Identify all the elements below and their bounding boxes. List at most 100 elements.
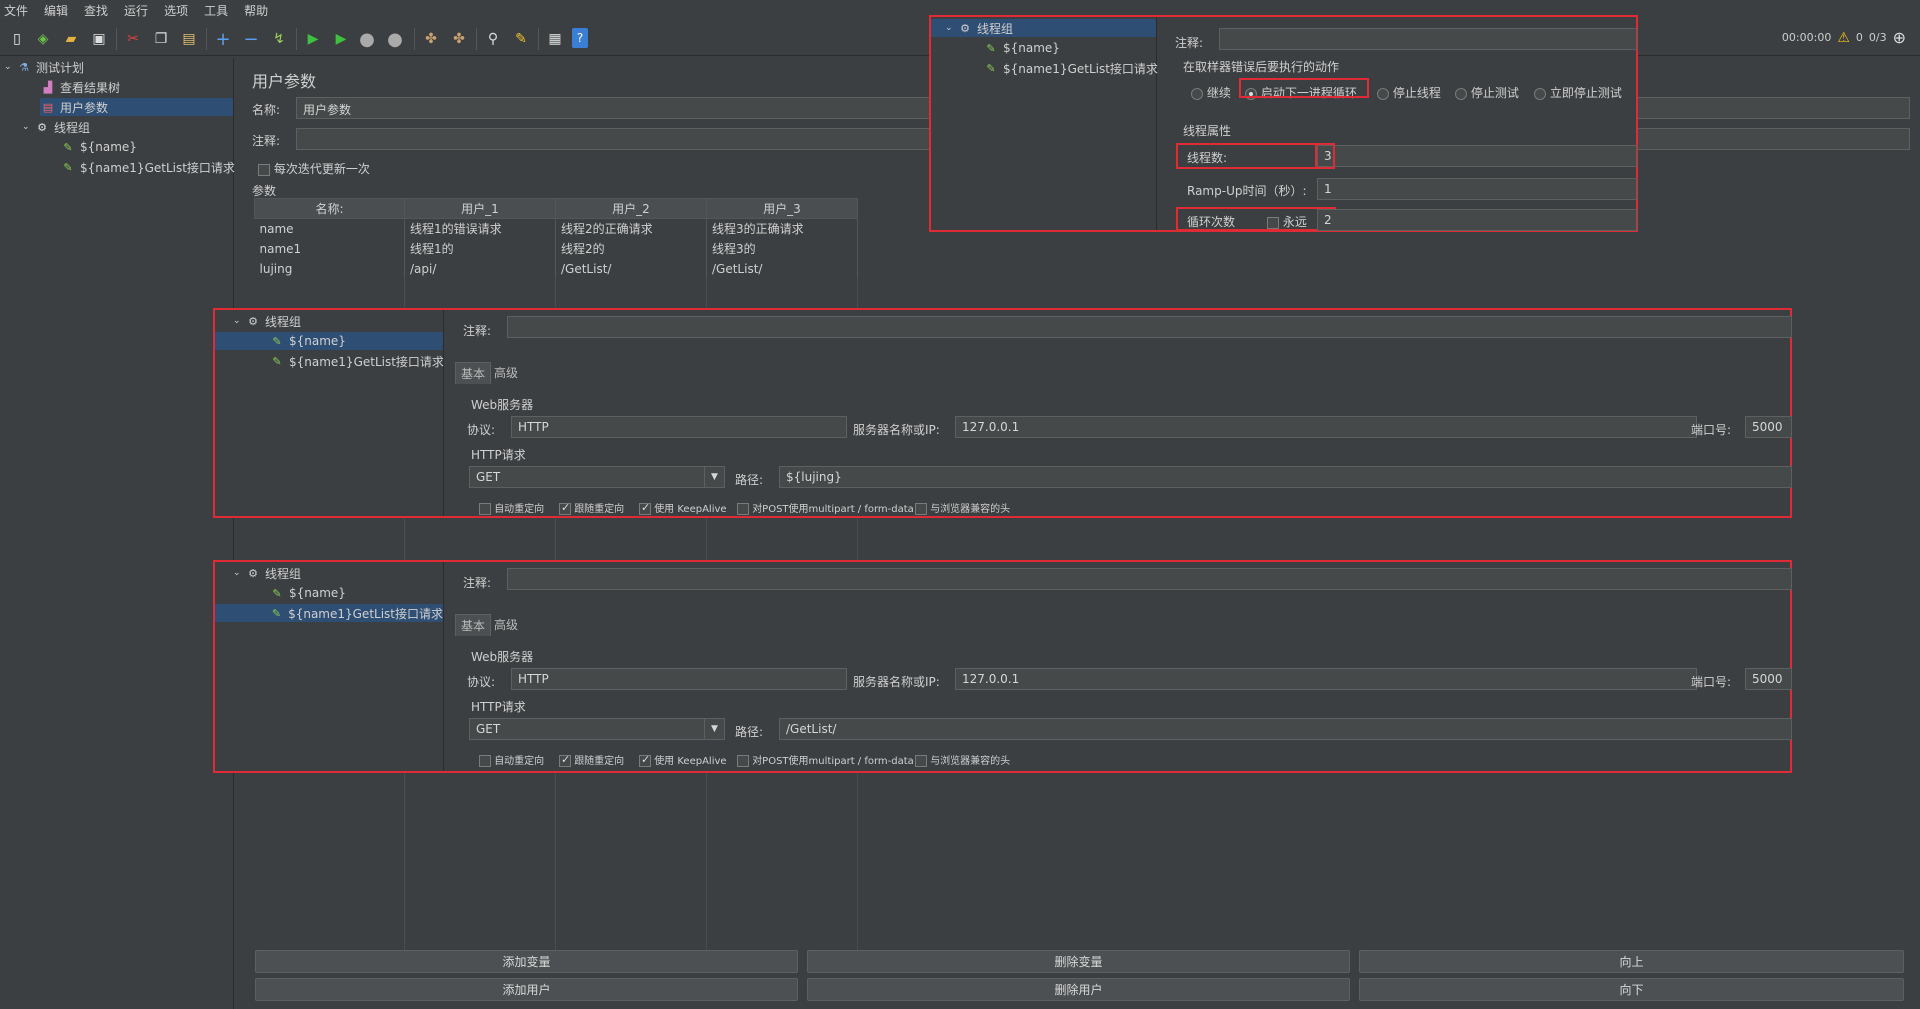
add-user-button[interactable]: 添加用户 [255, 978, 798, 1001]
opt-browser-headers[interactable]: 与浏览器兼容的头 [915, 752, 1010, 767]
comment-field[interactable] [1219, 28, 1637, 50]
tab-basic[interactable]: 基本 [455, 614, 492, 636]
delete-user-button[interactable]: 删除用户 [807, 978, 1350, 1001]
menu-help[interactable]: 帮助 [244, 2, 268, 19]
menu-tools[interactable]: 工具 [204, 2, 228, 19]
pipette-icon: ✎ [272, 586, 282, 600]
shutdown-icon[interactable]: ● [384, 28, 406, 50]
threads-field[interactable]: 3 [1317, 145, 1637, 167]
tab-advanced[interactable]: 高级 [489, 614, 523, 635]
start-no-pause-icon[interactable]: ▶ [330, 28, 352, 50]
radio-continue[interactable]: 继续 [1191, 84, 1231, 101]
copy-icon[interactable]: ❐ [150, 28, 172, 50]
tree-item-sampler-name[interactable]: ✎ ${name} [60, 138, 137, 156]
search-icon[interactable]: ⚲ [482, 28, 504, 50]
rampup-field[interactable]: 1 [1317, 178, 1637, 200]
col-header[interactable]: 用户_2 [555, 198, 707, 219]
tree-item-thread-group[interactable]: ⌄ ⚙ 线程组 [233, 312, 301, 330]
comment-field[interactable] [507, 316, 1792, 338]
opt-auto-redirect[interactable]: 自动重定向 [479, 752, 544, 767]
tree-item-thread-group[interactable]: ⌄ ⚙ 线程组 [22, 118, 90, 136]
menu-edit[interactable]: 编辑 [44, 2, 68, 19]
tree-item-thread-group[interactable]: ⌄ ⚙ 线程组 [233, 564, 301, 582]
opt-keepalive[interactable]: 使用 KeepAlive [639, 500, 727, 515]
save-icon[interactable]: ▣ [88, 28, 110, 50]
server-field[interactable]: 127.0.0.1 [955, 668, 1697, 690]
collapse-icon[interactable]: − [240, 28, 262, 50]
tree-item-sampler-name[interactable]: ✎ ${name} [269, 584, 346, 602]
delete-variable-button[interactable]: 删除变量 [807, 950, 1350, 973]
col-header[interactable]: 用户_3 [706, 198, 858, 219]
remote-icon[interactable]: ⊕ [1893, 28, 1906, 47]
menu-run[interactable]: 运行 [124, 2, 148, 19]
templates-icon[interactable]: ◈ [32, 28, 54, 50]
method-select[interactable]: GET ▼ [469, 718, 725, 740]
radio-stop-test[interactable]: 停止测试 [1455, 84, 1519, 101]
table-row[interactable]: lujing/api//GetList//GetList/ [254, 258, 858, 279]
update-each-iteration[interactable]: 每次迭代更新一次 [258, 160, 370, 177]
function-helper-icon[interactable]: ▦ [544, 28, 566, 50]
toggle-icon[interactable]: ↯ [268, 28, 290, 50]
opt-follow-redirect[interactable]: 跟随重定向 [559, 752, 624, 767]
tree-item-results-tree[interactable]: ▟ 查看结果树 [40, 78, 120, 96]
col-header[interactable]: 名称: [254, 198, 405, 219]
path-field[interactable]: ${lujing} [779, 466, 1792, 488]
tree-item-user-params[interactable]: ▤ 用户参数 [40, 98, 233, 116]
col-header[interactable]: 用户_1 [404, 198, 556, 219]
params-table[interactable]: 名称: 用户_1 用户_2 用户_3 name 线程1的错误请求 线程2的正确请求线… [254, 198, 858, 279]
tree-item-test-plan[interactable]: ⌄ ⚗ 测试计划 [4, 58, 84, 76]
port-field[interactable]: 5000 [1745, 668, 1792, 690]
move-up-button[interactable]: 向上 [1359, 950, 1904, 973]
opt-browser-headers[interactable]: 与浏览器兼容的头 [915, 500, 1010, 515]
opt-keepalive[interactable]: 使用 KeepAlive [639, 752, 727, 767]
new-icon[interactable]: ▯ [6, 28, 28, 50]
tree-item-sampler-getlist[interactable]: ✎ ${name1}GetList接口请求 [60, 158, 235, 176]
opt-follow-redirect[interactable]: 跟随重定向 [559, 500, 624, 515]
cut-icon[interactable]: ✂ [122, 28, 144, 50]
tree-item-thread-group[interactable]: ⌄ ⚙ 线程组 [931, 19, 1156, 37]
forever-checkbox[interactable]: 永远 [1267, 213, 1307, 230]
opt-auto-redirect[interactable]: 自动重定向 [479, 500, 544, 515]
radio-stop-now[interactable]: 立即停止测试 [1534, 84, 1622, 101]
update-checkbox[interactable] [258, 163, 270, 176]
menu-file[interactable]: 文件 [4, 2, 28, 19]
opt-multipart[interactable]: 对POST使用multipart / form-data [737, 500, 914, 515]
add-variable-button[interactable]: 添加变量 [255, 950, 798, 973]
opt-multipart[interactable]: 对POST使用multipart / form-data [737, 752, 914, 767]
overlay-tree: ⌄ ⚙ 线程组 ✎ ${name} ✎ ${name1}GetList接口请求 [215, 310, 444, 516]
tab-basic[interactable]: 基本 [455, 362, 492, 384]
loop-field[interactable]: 2 [1317, 209, 1637, 231]
path-field[interactable]: /GetList/ [779, 718, 1792, 740]
tree-item-sampler-getlist[interactable]: ✎ ${name1}GetList接口请求 [983, 59, 1158, 77]
stop-icon[interactable]: ● [356, 28, 378, 50]
tree-item-sampler-getlist[interactable]: ✎ ${name1}GetList接口请求 [215, 604, 443, 622]
clear-all-icon[interactable]: ✤ [448, 28, 470, 50]
menu-search[interactable]: 查找 [84, 2, 108, 19]
table-row[interactable]: name 线程1的错误请求 线程2的正确请求 线程3的正确请求 [254, 218, 858, 239]
tab-advanced[interactable]: 高级 [489, 362, 523, 383]
table-row[interactable]: name1 线程1的 线程2的 线程3的 [254, 238, 858, 259]
radio-stop-thread[interactable]: 停止线程 [1377, 84, 1441, 101]
open-icon[interactable]: ▰ [60, 28, 82, 50]
menu-options[interactable]: 选项 [164, 2, 188, 19]
protocol-field[interactable]: HTTP [511, 668, 847, 690]
expand-icon[interactable]: + [212, 28, 234, 50]
port-field[interactable]: 5000 [1745, 416, 1792, 438]
warning-icon[interactable]: ⚠ [1837, 30, 1850, 46]
tree-item-sampler-name[interactable]: ✎ ${name} [215, 332, 443, 350]
move-down-button[interactable]: 向下 [1359, 978, 1904, 1001]
reset-search-icon[interactable]: ✎ [510, 28, 532, 50]
start-icon[interactable]: ▶ [302, 28, 324, 50]
tree-item-sampler-name[interactable]: ✎ ${name} [983, 39, 1060, 57]
tree-item-sampler-getlist[interactable]: ✎ ${name1}GetList接口请求 [269, 352, 444, 370]
paste-icon[interactable]: ▤ [178, 28, 200, 50]
gear-icon: ⚙ [960, 21, 970, 35]
port-label: 端口号: [1691, 423, 1732, 437]
comment-field[interactable] [507, 568, 1792, 590]
comment-label: 注释: [463, 576, 492, 590]
protocol-field[interactable]: HTTP [511, 416, 847, 438]
server-field[interactable]: 127.0.0.1 [955, 416, 1697, 438]
clear-icon[interactable]: ✤ [420, 28, 442, 50]
help-icon[interactable]: ? [572, 28, 588, 48]
method-select[interactable]: GET ▼ [469, 466, 725, 488]
